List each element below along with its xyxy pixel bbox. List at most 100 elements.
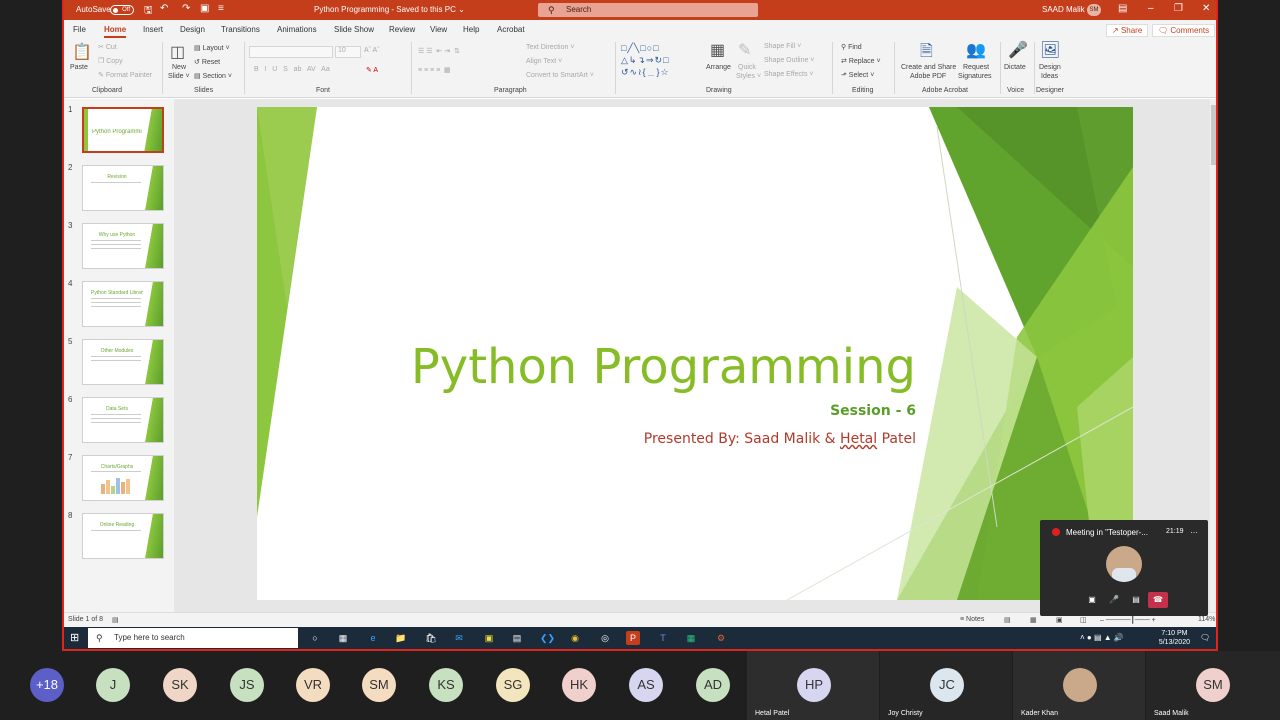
tab-insert[interactable]: Insert [143,25,163,34]
notifications-icon[interactable]: 🗨 [1200,633,1210,642]
participant-avatar[interactable]: SG [496,668,530,702]
close-icon[interactable]: ✕ [1202,3,1210,14]
tab-file[interactable]: File [73,25,86,34]
quick-styles-icon[interactable]: ✎ [738,40,751,60]
participant-tile[interactable]: SM Saad Malik [1146,651,1280,720]
font-color-icon[interactable]: ✎ A [366,66,378,74]
section-button[interactable]: ▤ Section ˅ [194,72,232,80]
quick-styles-dropdown[interactable]: Styles ˅ [736,73,761,80]
participant-tile[interactable]: Kader Khan [1013,651,1145,720]
new-slide-button[interactable]: New [172,64,186,71]
slide-thumbnail-1[interactable]: Python Programming [82,107,164,153]
arrange-button[interactable]: Arrange [706,64,731,71]
excel-icon[interactable]: ▦ [684,631,698,645]
participant-avatar[interactable]: VR [296,668,330,702]
slide-title[interactable]: Python Programming [411,339,916,395]
mail-icon[interactable]: ✉ [452,631,466,645]
restore-icon[interactable]: ❐ [1174,3,1183,14]
slide-thumbnail-3[interactable]: Why use Python [82,223,164,269]
slide-thumbnail-4[interactable]: Python Standard Library [82,281,164,327]
tab-acrobat[interactable]: Acrobat [497,25,525,34]
settings-app-icon[interactable]: ⚙ [714,631,728,645]
vertical-scrollbar[interactable] [1210,99,1216,612]
request-signatures-button[interactable]: Request [963,64,989,71]
shape-effects-button[interactable]: Shape Effects ˅ [764,71,814,78]
shape-fill-button[interactable]: Shape Fill ˅ [764,43,801,50]
comments-button[interactable]: 🗨 Comments [1152,24,1216,37]
minimize-icon[interactable]: – [1148,3,1154,14]
ribbon-display-icon[interactable]: ▤ [1118,3,1127,14]
format-painter-button[interactable]: ✎ Format Painter [98,71,152,79]
tab-design[interactable]: Design [180,25,205,34]
vscode-icon[interactable]: ❮❯ [540,631,555,645]
undo-icon[interactable]: ↶ [160,3,168,14]
tab-help[interactable]: Help [463,25,479,34]
request-signatures-icon[interactable]: 👥 [966,40,986,60]
find-button[interactable]: ⚲ Find [841,43,862,51]
participant-avatar[interactable]: AS [629,668,663,702]
save-icon[interactable]: 🖫 [144,3,153,20]
microphone-icon[interactable]: 🎤 [1008,40,1028,60]
tab-home[interactable]: Home [104,25,127,38]
dictate-button[interactable]: Dictate [1004,64,1026,71]
microphone-icon[interactable]: 🎤 [1104,592,1124,608]
slide-sorter-icon[interactable]: ▦ [1030,616,1037,624]
reading-view-icon[interactable]: ▣ [1056,616,1063,624]
tab-transitions[interactable]: Transitions [221,25,260,34]
terminal-icon[interactable]: ▤ [510,631,524,645]
slide-thumbnail-8[interactable]: Online Reading [82,513,164,559]
slideshow-icon[interactable]: ◫ [1080,616,1087,624]
new-slide-icon[interactable]: ◫ [170,42,185,62]
task-view-icon[interactable]: ▦ [336,631,350,645]
taskbar-clock[interactable]: 7:10 PM 5/13/2020 [1159,629,1190,647]
tab-animations[interactable]: Animations [277,25,317,34]
file-explorer-icon[interactable]: 📁 [394,631,408,645]
participant-avatar[interactable]: JS [230,668,264,702]
slide-thumbnail-6[interactable]: Data Sets [82,397,164,443]
app-icon[interactable]: ◎ [598,631,612,645]
tray-icons[interactable]: ˄ ● ▤ ▲ 🔊 [1080,633,1124,642]
presenter-line[interactable]: Presented By: Saad Malik & Hetal Patel [644,431,916,447]
design-ideas-button[interactable]: Design [1039,64,1061,71]
layout-button[interactable]: ▤ Layout ˅ [194,44,230,52]
reset-button[interactable]: ↺ Reset [194,58,220,66]
scroll-thumb[interactable] [1211,105,1216,165]
text-direction-button[interactable]: Text Direction ˅ [526,44,574,51]
participant-tile[interactable]: JC Joy Christy [880,651,1012,720]
teams-icon[interactable]: T [656,631,670,645]
participant-avatar[interactable]: KS [429,668,463,702]
zoom-level[interactable]: 114% [1198,616,1215,623]
request-signatures-label2[interactable]: Signatures [958,73,991,80]
meeting-popup[interactable]: Meeting in "Testoper-... 21:19 … ▣ 🎤 ▤ ☎ [1040,520,1208,616]
design-ideas-label2[interactable]: Ideas [1041,73,1058,80]
new-slide-dropdown[interactable]: Slide ˅ [168,73,190,80]
user-avatar[interactable]: SM [1087,4,1101,16]
create-share-pdf-label2[interactable]: Adobe PDF [910,73,946,80]
paste-button[interactable]: Paste [70,64,88,71]
copy-button[interactable]: ❐ Copy [98,57,123,65]
normal-view-icon[interactable]: ▤ [1004,616,1011,624]
more-participants-badge[interactable]: +18 [30,668,64,702]
user-name[interactable]: SAAD Malik [1042,5,1085,14]
slide-subtitle[interactable]: Session - 6 [830,403,916,419]
slide-thumbnail-5[interactable]: Other Modules [82,339,164,385]
windows-start-icon[interactable]: ⊞ [70,631,79,644]
shape-outline-button[interactable]: Shape Outline ˅ [764,57,814,64]
slide-thumbnail-2[interactable]: Revision [82,165,164,211]
participant-avatar[interactable]: AD [696,668,730,702]
store-icon[interactable]: 🛍 [424,631,438,645]
cut-button[interactable]: ✂ Cut [98,43,117,51]
font-size-box[interactable]: 10 [335,46,361,58]
customize-qat-icon[interactable]: ≡ [218,3,224,14]
more-options-icon[interactable]: … [1190,526,1198,535]
align-text-button[interactable]: Align Text ˅ [526,58,562,65]
present-icon[interactable]: ▣ [200,3,209,14]
bullets-icons[interactable]: ☰ ☰ ⇤ ⇥ ⇅ [418,47,460,55]
camera-icon[interactable]: ▣ [1082,592,1102,608]
select-button[interactable]: ⬏ Select ˅ [841,71,874,79]
convert-smartart-button[interactable]: Convert to SmartArt ˅ [526,72,594,79]
participant-avatar[interactable]: J [96,668,130,702]
search-box[interactable]: ⚲ Search [538,3,758,17]
tab-review[interactable]: Review [389,25,415,34]
current-slide[interactable]: Python Programming Session - 6 Presented… [257,107,1133,600]
